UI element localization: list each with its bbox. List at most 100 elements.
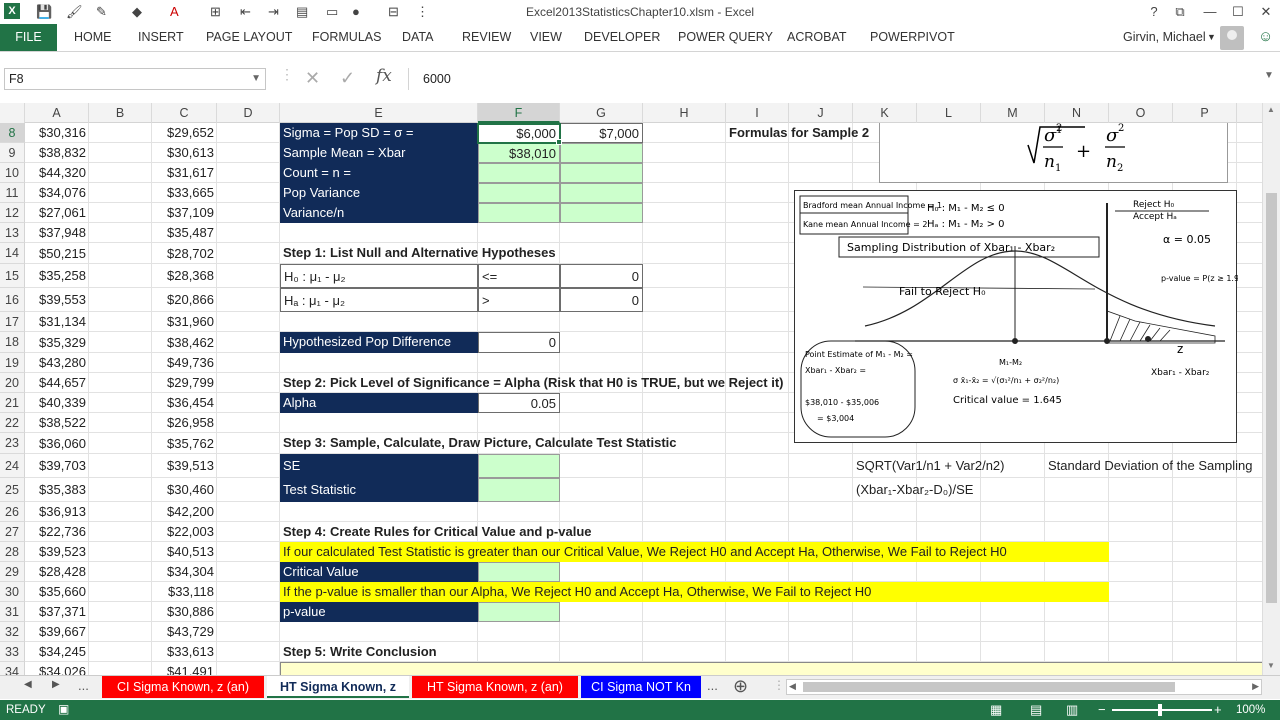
cell-a[interactable]: $38,522 bbox=[25, 413, 89, 433]
mean-label[interactable]: Sample Mean = Xbar bbox=[280, 143, 478, 163]
tab-home[interactable]: HOME bbox=[74, 30, 112, 44]
formulas-sample2-label[interactable]: Formulas for Sample 2 bbox=[726, 123, 886, 143]
cell-a[interactable]: $40,339 bbox=[25, 393, 89, 413]
hyp-diff-value[interactable]: 0 bbox=[478, 332, 560, 353]
help-icon[interactable]: ? bbox=[1140, 2, 1168, 22]
cell-c[interactable]: $26,958 bbox=[152, 413, 217, 433]
tab-split-handle-icon[interactable]: ⋮ bbox=[773, 678, 785, 692]
cell-a[interactable]: $39,553 bbox=[25, 288, 89, 312]
zoom-slider-thumb[interactable] bbox=[1158, 704, 1162, 716]
critical-value-cell[interactable] bbox=[478, 562, 560, 582]
cell-c[interactable]: $28,368 bbox=[152, 264, 217, 288]
column-header-a[interactable]: A bbox=[25, 103, 89, 123]
mean-g-cell[interactable] bbox=[560, 143, 643, 163]
cell-a[interactable]: $44,657 bbox=[25, 373, 89, 393]
column-header-o[interactable]: O bbox=[1109, 103, 1173, 123]
maximize-icon[interactable]: ☐ bbox=[1224, 2, 1252, 22]
cell-a[interactable]: $37,371 bbox=[25, 602, 89, 622]
h0-value[interactable]: 0 bbox=[560, 264, 643, 288]
cell-a[interactable]: $34,076 bbox=[25, 183, 89, 203]
cell-c[interactable]: $41,491 bbox=[152, 662, 217, 675]
cell-c[interactable]: $37,109 bbox=[152, 203, 217, 223]
row-header[interactable]: 23 bbox=[0, 433, 25, 454]
cell-c[interactable]: $43,729 bbox=[152, 622, 217, 642]
scroll-down-icon[interactable]: ▼ bbox=[1267, 661, 1275, 670]
column-header-k[interactable]: K bbox=[853, 103, 917, 123]
horizontal-scroll-thumb[interactable] bbox=[803, 682, 1175, 692]
scroll-up-icon[interactable]: ▲ bbox=[1267, 105, 1275, 114]
count-f-cell[interactable] bbox=[478, 163, 560, 183]
sheet-tab-ht-sigma-known[interactable]: HT Sigma Known, z bbox=[267, 676, 409, 698]
se-description[interactable]: Standard Deviation of the Sampling bbox=[1045, 454, 1262, 478]
cell-c[interactable]: $35,762 bbox=[152, 433, 217, 454]
row-header[interactable]: 10 bbox=[0, 163, 25, 183]
column-header-j[interactable]: J bbox=[789, 103, 853, 123]
vertical-scroll-thumb[interactable] bbox=[1266, 193, 1277, 603]
ha-label[interactable]: Hₐ : μ₁ - μ₂ bbox=[280, 288, 478, 312]
ribbon-display-icon[interactable]: ⧉ bbox=[1166, 2, 1194, 22]
cell-c[interactable]: $30,460 bbox=[152, 478, 217, 502]
column-header-g[interactable]: G bbox=[560, 103, 643, 123]
formula-input[interactable]: 6000 bbox=[408, 68, 1270, 90]
row-header[interactable]: 21 bbox=[0, 393, 25, 413]
sheet-tab-ci-sigma-known-an[interactable]: CI Sigma Known, z (an) bbox=[102, 676, 264, 698]
tab-data[interactable]: DATA bbox=[402, 30, 433, 44]
row-header[interactable]: 16 bbox=[0, 288, 25, 312]
p-value-label[interactable]: p-value bbox=[280, 602, 478, 622]
cell-c[interactable]: $34,304 bbox=[152, 562, 217, 582]
cell-a[interactable]: $34,026 bbox=[25, 662, 89, 675]
user-dropdown-icon[interactable]: ▼ bbox=[1207, 32, 1216, 42]
row-header[interactable]: 34 bbox=[0, 662, 25, 675]
row-header[interactable]: 14 bbox=[0, 243, 25, 264]
sheet-tab-ci-sigma-not-known[interactable]: CI Sigma NOT Kn bbox=[581, 676, 701, 698]
cell-a[interactable]: $50,215 bbox=[25, 243, 89, 264]
column-header-d[interactable]: D bbox=[217, 103, 280, 123]
normal-view-icon[interactable]: ▦ bbox=[990, 702, 1002, 718]
cell-c[interactable]: $29,799 bbox=[152, 373, 217, 393]
row-header[interactable]: 31 bbox=[0, 602, 25, 622]
tab-acrobat[interactable]: ACROBAT bbox=[787, 30, 847, 44]
test-stat-label[interactable]: Test Statistic bbox=[280, 478, 478, 502]
popvar-f-cell[interactable] bbox=[478, 183, 560, 203]
cell-c[interactable]: $33,665 bbox=[152, 183, 217, 203]
smiley-icon[interactable]: ☺ bbox=[1258, 28, 1273, 45]
rule-p-value[interactable]: If the p-value is smaller than our Alpha… bbox=[280, 582, 1109, 602]
critical-value-label[interactable]: Critical Value bbox=[280, 562, 478, 582]
alpha-value[interactable]: 0.05 bbox=[478, 393, 560, 413]
cell-c[interactable]: $29,652 bbox=[152, 123, 217, 143]
tab-power-query[interactable]: POWER QUERY bbox=[678, 30, 773, 44]
row-header[interactable]: 33 bbox=[0, 642, 25, 662]
avatar[interactable] bbox=[1220, 26, 1244, 50]
se-label[interactable]: SE bbox=[280, 454, 478, 478]
row-header[interactable]: 30 bbox=[0, 582, 25, 602]
close-icon[interactable]: ✕ bbox=[1252, 2, 1280, 22]
more-sheets-right-icon[interactable]: ... bbox=[707, 678, 718, 693]
cell-a[interactable]: $30,316 bbox=[25, 123, 89, 143]
new-sheet-icon[interactable]: ⊕ bbox=[733, 676, 748, 697]
page-layout-view-icon[interactable]: ▤ bbox=[1030, 702, 1042, 718]
row-header[interactable]: 27 bbox=[0, 522, 25, 542]
cell-a[interactable]: $35,660 bbox=[25, 582, 89, 602]
count-g-cell[interactable] bbox=[560, 163, 643, 183]
tab-page-layout[interactable]: PAGE LAYOUT bbox=[206, 30, 292, 44]
row-header[interactable]: 29 bbox=[0, 562, 25, 582]
row-header[interactable]: 22 bbox=[0, 413, 25, 433]
row-header[interactable]: 32 bbox=[0, 622, 25, 642]
rule-critical-value[interactable]: If our calculated Test Statistic is grea… bbox=[280, 542, 1109, 562]
cell-c[interactable]: $31,617 bbox=[152, 163, 217, 183]
cell-c[interactable]: $35,487 bbox=[152, 223, 217, 243]
row-header[interactable]: 24 bbox=[0, 454, 25, 478]
cell-c[interactable]: $36,454 bbox=[152, 393, 217, 413]
row-header[interactable]: 13 bbox=[0, 223, 25, 243]
cell-c[interactable]: $42,200 bbox=[152, 502, 217, 522]
insert-function-icon[interactable]: fx bbox=[376, 66, 392, 86]
se-formula-text[interactable]: SQRT(Var1/n1 + Var2/n2) bbox=[853, 454, 1043, 478]
step3-heading[interactable]: Step 3: Sample, Calculate, Draw Picture,… bbox=[280, 433, 780, 454]
column-header-h[interactable]: H bbox=[643, 103, 726, 123]
row-header[interactable]: 20 bbox=[0, 373, 25, 393]
se-value[interactable] bbox=[478, 454, 560, 478]
cell-c[interactable]: $31,960 bbox=[152, 312, 217, 332]
cell-c[interactable]: $39,513 bbox=[152, 454, 217, 478]
row-header[interactable]: 12 bbox=[0, 203, 25, 223]
p-value-cell[interactable] bbox=[478, 602, 560, 622]
